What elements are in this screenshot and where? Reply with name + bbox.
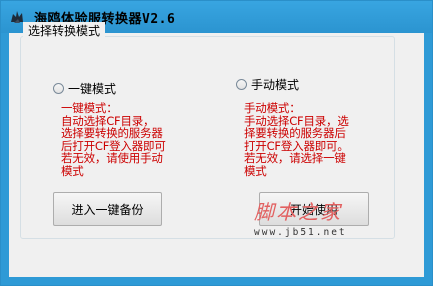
watermark-brand: 脚本之家 — [254, 200, 342, 224]
radio-circle-icon — [236, 79, 247, 90]
manual-mode-description: 手动模式： 手动选择CF目录，选 择要转换的服务器后 打开CF登入器即可。 若无… — [244, 101, 349, 178]
one-click-backup-button[interactable]: 进入一键备份 — [53, 192, 162, 226]
watermark-url: www.jb51.net — [254, 227, 347, 238]
groupbox-label: 选择转换模式 — [23, 22, 106, 39]
radio-circle-icon — [53, 83, 64, 94]
manual-mode-label: 手动模式 — [251, 78, 300, 92]
one-click-backup-button-label: 进入一键备份 — [71, 202, 144, 217]
one-click-mode-radio[interactable]: 一键模式 — [53, 80, 116, 97]
site-watermark: 脚本之家 www.jb51.net — [254, 196, 404, 238]
one-click-mode-description: 一键模式： 自动选择CF目录， 选择要转换的服务器 后打开CF登入器即可 若无效… — [61, 101, 166, 178]
manual-mode-radio[interactable]: 手动模式 — [236, 76, 299, 93]
one-click-mode-label: 一键模式 — [68, 82, 117, 96]
